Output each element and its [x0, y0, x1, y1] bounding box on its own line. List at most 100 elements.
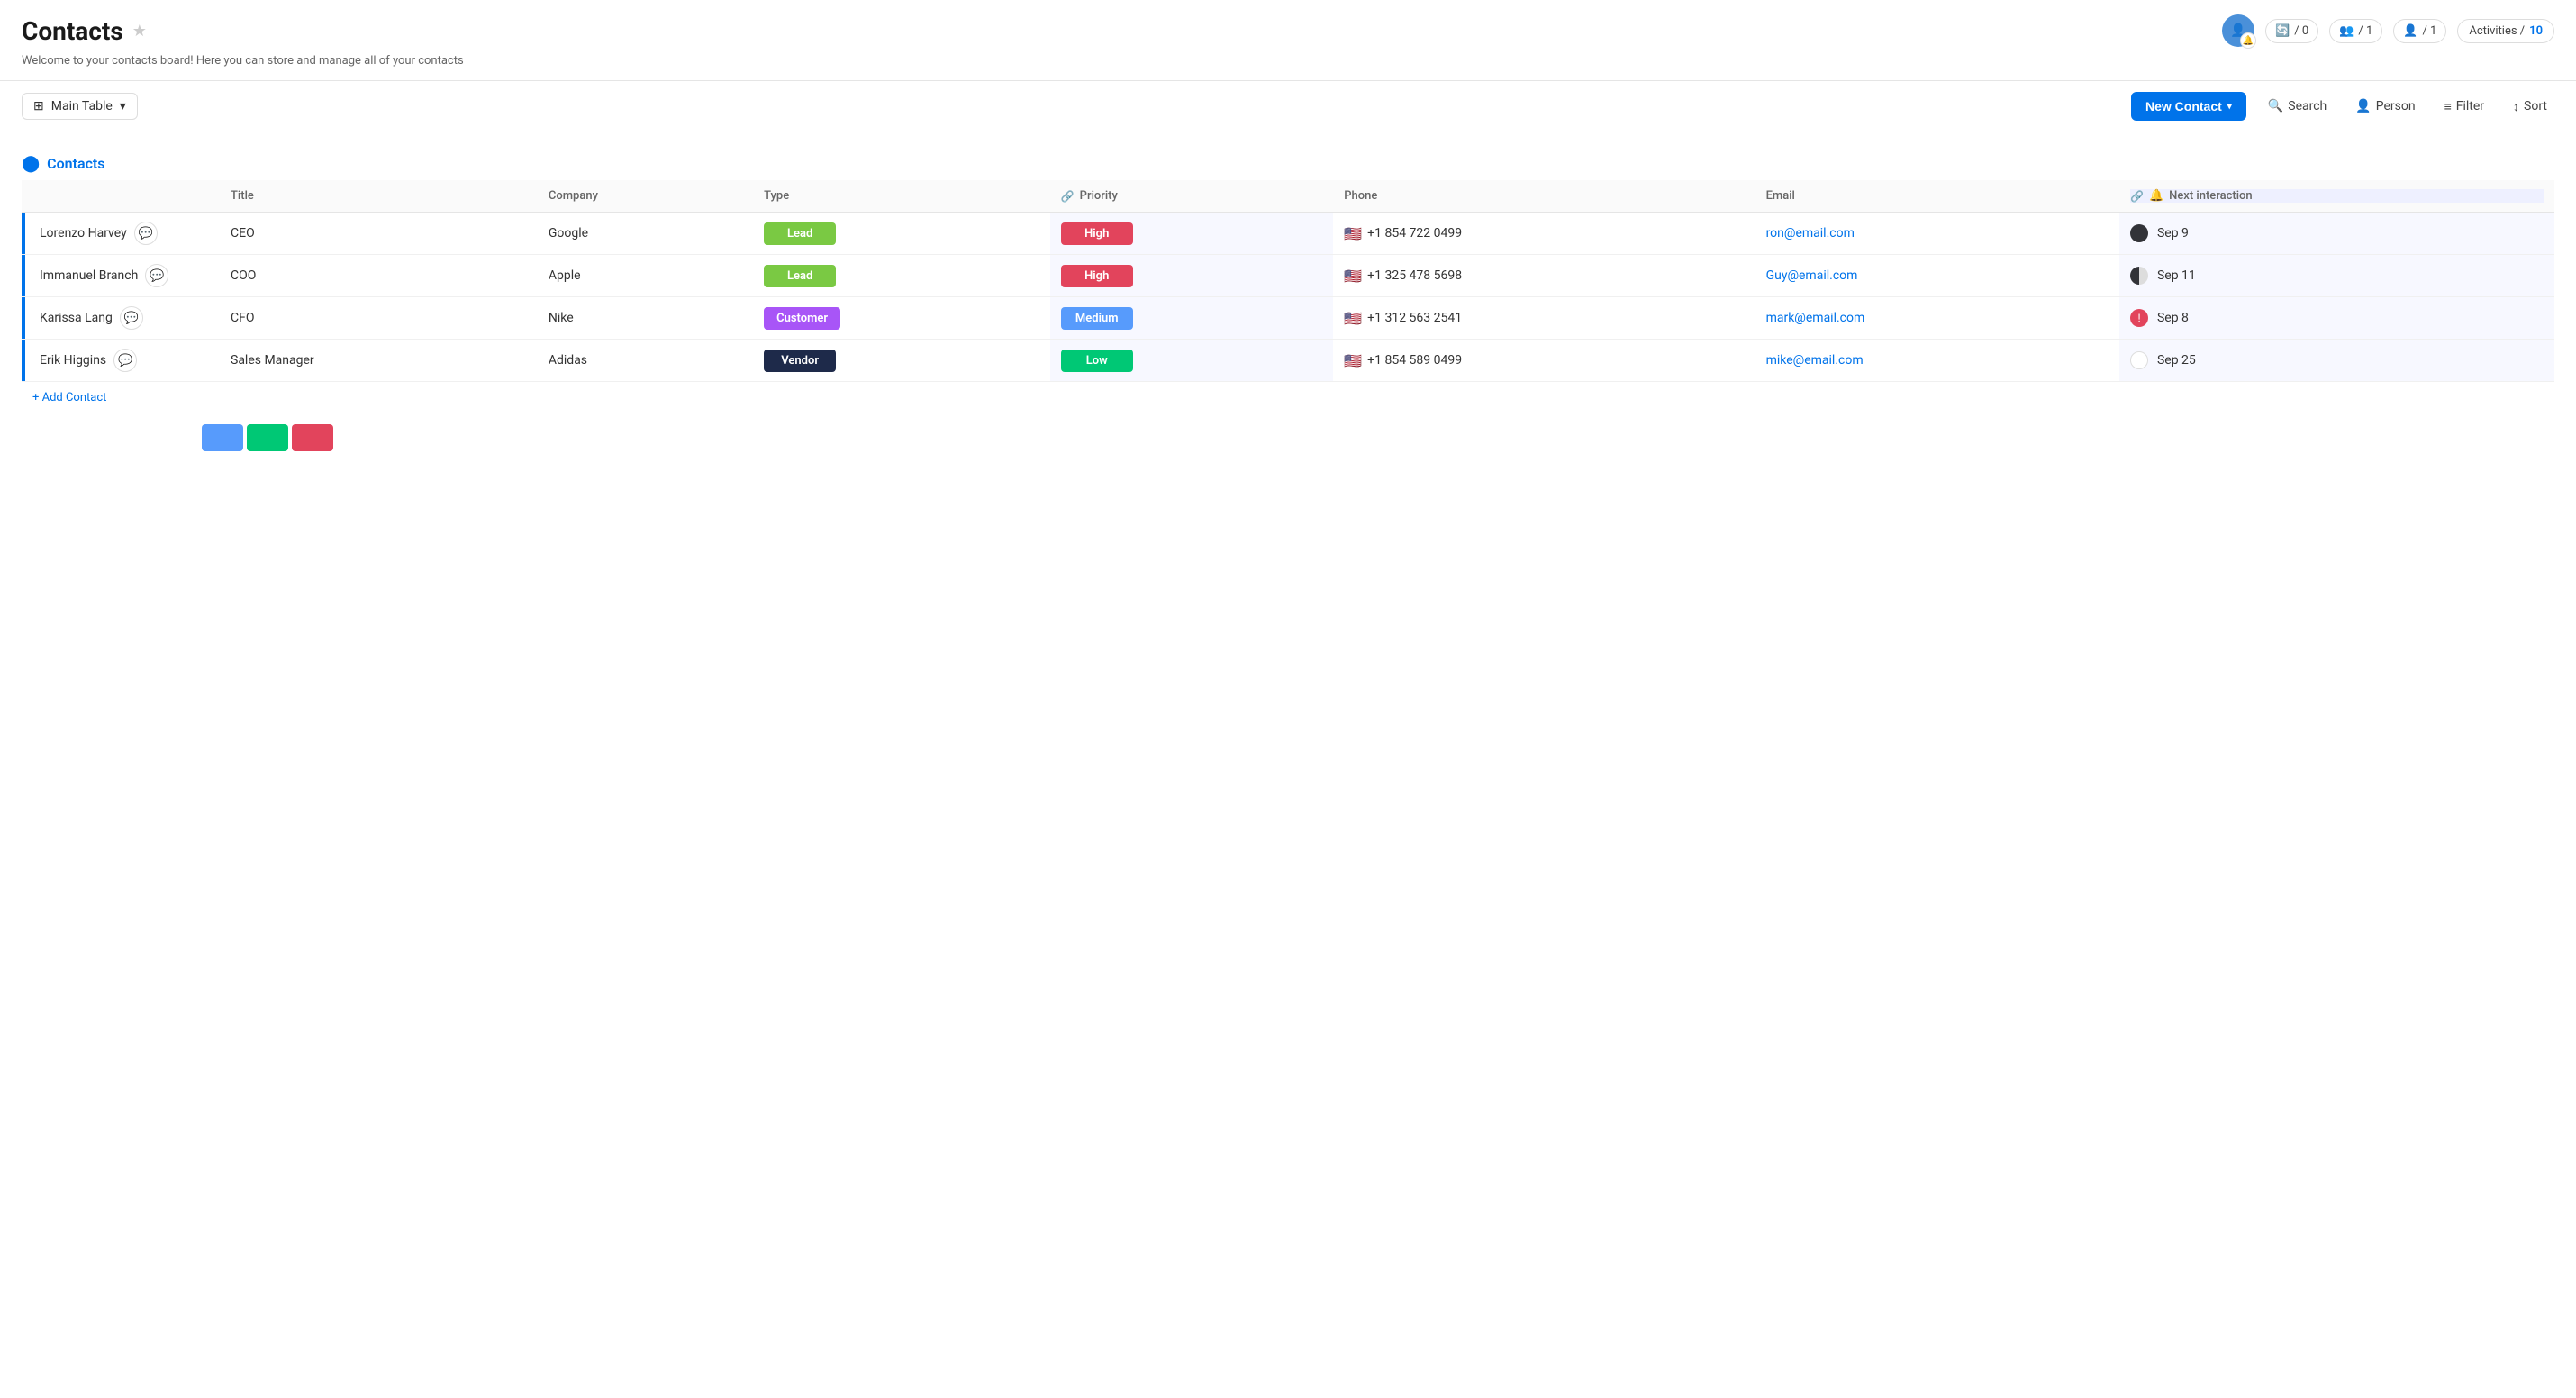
- main-table-selector[interactable]: ⊞ Main Table ▾: [22, 93, 138, 120]
- contact-name-text: Karissa Lang: [40, 311, 113, 325]
- phone-cell: 🇺🇸 +1 854 589 0499: [1333, 340, 1755, 382]
- notification-dot[interactable]: [2130, 351, 2148, 369]
- row-indicator: [22, 255, 25, 296]
- contact-name-cell: Lorenzo Harvey 💬: [22, 213, 220, 255]
- updates-counter[interactable]: 👥 / 1: [2329, 19, 2382, 43]
- type-cell[interactable]: Customer: [753, 297, 1050, 340]
- type-badge[interactable]: Customer: [764, 307, 840, 330]
- col-header-title: Title: [220, 180, 538, 213]
- type-cell[interactable]: Vendor: [753, 340, 1050, 382]
- comment-button[interactable]: 💬: [134, 222, 158, 245]
- type-badge[interactable]: Lead: [764, 265, 836, 287]
- priority-badge[interactable]: Low: [1061, 350, 1133, 372]
- next-interaction-cell: ! Sep 8: [2119, 297, 2554, 340]
- header-actions: 👤 🔔 🔄 / 0 👥 / 1 👤 / 1 Activities / 10: [2222, 14, 2554, 47]
- notification-dot[interactable]: [2130, 224, 2148, 242]
- legend-swatch: [247, 424, 288, 451]
- company-cell: Google: [538, 213, 753, 255]
- table-row: Immanuel Branch 💬 COO Apple Lead High 🇺🇸…: [22, 255, 2554, 297]
- comment-button[interactable]: 💬: [120, 306, 143, 330]
- favorite-icon[interactable]: ★: [132, 22, 147, 41]
- filter-action[interactable]: ≡ Filter: [2437, 94, 2491, 120]
- legend-swatch: [292, 424, 333, 451]
- activities-counter[interactable]: Activities / 10: [2457, 19, 2554, 43]
- type-cell[interactable]: Lead: [753, 255, 1050, 297]
- email-link[interactable]: mark@email.com: [1766, 311, 1865, 325]
- email-link[interactable]: mike@email.com: [1766, 353, 1864, 368]
- search-action[interactable]: 🔍 Search: [2261, 94, 2334, 119]
- flag-icon: 🇺🇸: [1344, 225, 1362, 242]
- title-area: Contacts ★: [22, 16, 147, 46]
- company-cell: Nike: [538, 297, 753, 340]
- phone-number: +1 854 589 0499: [1367, 353, 1462, 368]
- priority-badge[interactable]: High: [1061, 222, 1133, 245]
- bell-icon: 🔔: [2149, 189, 2163, 203]
- legend-swatch: [202, 424, 243, 451]
- next-interaction-link-icon: 🔗: [2130, 190, 2144, 203]
- section-title[interactable]: Contacts: [47, 155, 104, 172]
- page-header: Contacts ★ 👤 🔔 🔄 / 0 👥 / 1 👤 / 1: [0, 0, 2576, 81]
- col-header-type: Type: [753, 180, 1050, 213]
- phone-cell: 🇺🇸 +1 312 563 2541: [1333, 297, 1755, 340]
- email-link[interactable]: ron@email.com: [1766, 226, 1855, 241]
- search-icon: 🔍: [2268, 99, 2283, 113]
- table-row: Lorenzo Harvey 💬 CEO Google Lead High 🇺🇸…: [22, 213, 2554, 255]
- sort-action[interactable]: ↕ Sort: [2506, 94, 2554, 120]
- contact-name: Erik Higgins 💬: [40, 349, 209, 372]
- title-cell: COO: [220, 255, 538, 297]
- comment-button[interactable]: 💬: [145, 264, 168, 287]
- contact-name-cell: Immanuel Branch 💬: [22, 255, 220, 297]
- next-interaction-date: Sep 25: [2157, 353, 2196, 368]
- notification-dot[interactable]: !: [2130, 309, 2148, 327]
- table-row: Karissa Lang 💬 CFO Nike Customer Medium …: [22, 297, 2554, 340]
- type-badge[interactable]: Vendor: [764, 350, 836, 372]
- add-contact-row[interactable]: + Add Contact: [22, 382, 2554, 413]
- type-cell[interactable]: Lead: [753, 213, 1050, 255]
- toolbar-right: New Contact ▾ 🔍 Search 👤 Person ≡ Filter…: [2131, 92, 2554, 121]
- company-cell: Adidas: [538, 340, 753, 382]
- avatar-container: 👤 🔔: [2222, 14, 2254, 47]
- col-header-email: Email: [1755, 180, 2119, 213]
- next-interaction-cell: Sep 25: [2119, 340, 2554, 382]
- next-interaction-cell: Sep 9: [2119, 213, 2554, 255]
- priority-badge[interactable]: High: [1061, 265, 1133, 287]
- section-toggle-icon[interactable]: ⬤: [22, 154, 40, 173]
- priority-cell[interactable]: Low: [1050, 340, 1334, 382]
- table-area: ⬤ Contacts Title Company Type 🔗 Priority: [0, 132, 2576, 480]
- col-header-company: Company: [538, 180, 753, 213]
- new-contact-button[interactable]: New Contact ▾: [2131, 92, 2246, 121]
- team-counter[interactable]: 👤 / 1: [2393, 19, 2446, 43]
- contact-name-text: Erik Higgins: [40, 353, 106, 368]
- priority-cell[interactable]: High: [1050, 213, 1334, 255]
- priority-cell[interactable]: Medium: [1050, 297, 1334, 340]
- comment-button[interactable]: 💬: [113, 349, 137, 372]
- person-filter-action[interactable]: 👤 Person: [2348, 94, 2422, 119]
- type-badge[interactable]: Lead: [764, 222, 836, 245]
- col-header-next-interaction: 🔗 🔔 Next interaction: [2119, 180, 2554, 213]
- avatar-badge: 🔔: [2240, 32, 2256, 49]
- contacts-section: ⬤ Contacts Title Company Type 🔗 Priority: [22, 154, 2554, 458]
- next-interaction-cell: Sep 11: [2119, 255, 2554, 297]
- phone-number: +1 854 722 0499: [1367, 226, 1462, 241]
- email-link[interactable]: Guy@email.com: [1766, 268, 1858, 283]
- row-indicator: [22, 297, 25, 339]
- contacts-table: Title Company Type 🔗 Priority Phone Emai…: [22, 180, 2554, 382]
- notifications-counter[interactable]: 🔄 / 0: [2265, 19, 2318, 43]
- contact-name-cell: Erik Higgins 💬: [22, 340, 220, 382]
- toolbar: ⊞ Main Table ▾ New Contact ▾ 🔍 Search 👤 …: [0, 81, 2576, 132]
- notification-dot[interactable]: [2130, 267, 2148, 285]
- flag-icon: 🇺🇸: [1344, 310, 1362, 327]
- dropdown-chevron-icon: ▾: [120, 99, 126, 113]
- company-cell: Apple: [538, 255, 753, 297]
- section-header: ⬤ Contacts: [22, 154, 2554, 173]
- contact-name: Lorenzo Harvey 💬: [40, 222, 209, 245]
- email-cell: mike@email.com: [1755, 340, 2119, 382]
- col-header-phone: Phone: [1333, 180, 1755, 213]
- new-contact-dropdown-icon: ▾: [2227, 102, 2232, 112]
- table-row: Erik Higgins 💬 Sales Manager Adidas Vend…: [22, 340, 2554, 382]
- flag-icon: 🇺🇸: [1344, 268, 1362, 285]
- col-header-contacts: [22, 180, 220, 213]
- phone-cell: 🇺🇸 +1 854 722 0499: [1333, 213, 1755, 255]
- priority-cell[interactable]: High: [1050, 255, 1334, 297]
- priority-badge[interactable]: Medium: [1061, 307, 1133, 330]
